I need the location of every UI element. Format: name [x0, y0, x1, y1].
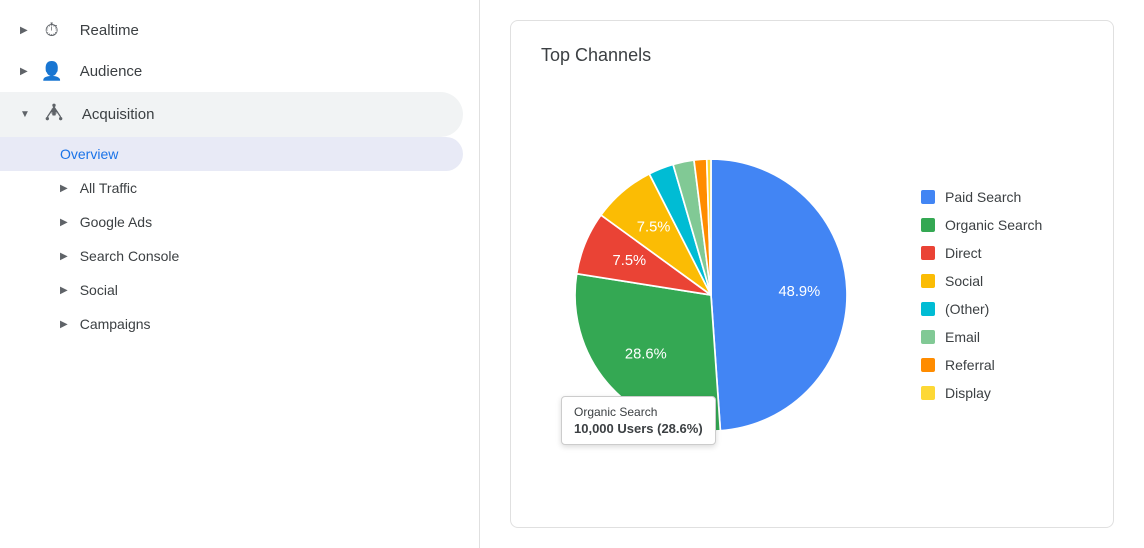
search-console-arrow-icon: ▶	[60, 251, 68, 262]
sidebar-item-google-ads-label: Google Ads	[80, 214, 152, 230]
legend-label-display: Display	[945, 385, 991, 401]
legend-color-referral	[921, 358, 935, 372]
legend-color-paid-search	[921, 190, 935, 204]
legend-label-email: Email	[945, 329, 980, 345]
legend-label-social: Social	[945, 273, 983, 289]
legend-item-organic-search: Organic Search	[921, 217, 1042, 233]
tooltip-title: Organic Search	[574, 405, 703, 419]
main-content: Top Channels 48.9% 28.6% 7.5% 7.5%	[480, 0, 1144, 548]
legend-item-social: Social	[921, 273, 1042, 289]
realtime-icon: ⏱	[40, 20, 64, 41]
sidebar-item-campaigns[interactable]: ▶ Campaigns	[0, 307, 463, 341]
campaigns-arrow-icon: ▶	[60, 319, 68, 330]
legend-item-display: Display	[921, 385, 1042, 401]
legend-item-paid-search: Paid Search	[921, 189, 1042, 205]
sidebar-item-all-traffic[interactable]: ▶ All Traffic	[0, 171, 463, 205]
sidebar-item-social-label: Social	[80, 282, 118, 298]
legend-label-direct: Direct	[945, 245, 982, 261]
sidebar-item-overview-label: Overview	[60, 146, 118, 162]
sidebar-item-search-console-label: Search Console	[80, 248, 180, 264]
svg-text:28.6%: 28.6%	[625, 346, 667, 362]
svg-text:7.5%: 7.5%	[637, 219, 671, 235]
sidebar-item-realtime-label: Realtime	[80, 22, 139, 39]
audience-icon: 👤	[40, 61, 64, 82]
audience-arrow-icon: ▶	[20, 66, 28, 77]
legend-label-referral: Referral	[945, 357, 995, 373]
legend-color-display	[921, 386, 935, 400]
acquisition-arrow-icon: ▼	[20, 109, 30, 120]
legend-item-other: (Other)	[921, 301, 1042, 317]
sidebar-item-acquisition[interactable]: ▼ Acquisition	[0, 92, 463, 137]
top-channels-card: Top Channels 48.9% 28.6% 7.5% 7.5%	[510, 20, 1114, 528]
legend-color-other	[921, 302, 935, 316]
sidebar-item-search-console[interactable]: ▶ Search Console	[0, 239, 463, 273]
legend-label-other: (Other)	[945, 301, 989, 317]
pie-chart: 48.9% 28.6% 7.5% 7.5% Organic Search 10,000…	[541, 125, 881, 465]
sidebar-item-google-ads[interactable]: ▶ Google Ads	[0, 205, 463, 239]
sidebar-item-audience[interactable]: ▶ 👤 Audience	[0, 51, 463, 92]
svg-text:48.9%: 48.9%	[778, 283, 820, 299]
sidebar: ▶ ⏱ Realtime ▶ 👤 Audience ▼ Acquisition …	[0, 0, 480, 548]
legend-color-social	[921, 274, 935, 288]
legend-item-email: Email	[921, 329, 1042, 345]
chart-legend: Paid Search Organic Search Direct Social…	[921, 189, 1042, 401]
sidebar-item-social[interactable]: ▶ Social	[0, 273, 463, 307]
sidebar-item-audience-label: Audience	[80, 63, 143, 80]
legend-label-paid-search: Paid Search	[945, 189, 1021, 205]
sidebar-item-realtime[interactable]: ▶ ⏱ Realtime	[0, 10, 463, 51]
legend-color-organic-search	[921, 218, 935, 232]
legend-color-email	[921, 330, 935, 344]
tooltip-value: 10,000 Users (28.6%)	[574, 421, 703, 436]
social-arrow-icon: ▶	[60, 285, 68, 296]
legend-label-organic-search: Organic Search	[945, 217, 1042, 233]
chart-tooltip: Organic Search 10,000 Users (28.6%)	[561, 396, 716, 445]
chart-area: 48.9% 28.6% 7.5% 7.5% Organic Search 10,000…	[541, 86, 1083, 503]
realtime-arrow-icon: ▶	[20, 25, 28, 36]
acquisition-icon	[42, 102, 66, 127]
sidebar-item-campaigns-label: Campaigns	[80, 316, 151, 332]
all-traffic-arrow-icon: ▶	[60, 183, 68, 194]
legend-color-direct	[921, 246, 935, 260]
chart-title: Top Channels	[541, 45, 1083, 66]
sidebar-item-overview[interactable]: Overview	[0, 137, 463, 171]
sidebar-item-acquisition-label: Acquisition	[82, 106, 155, 123]
legend-item-direct: Direct	[921, 245, 1042, 261]
legend-item-referral: Referral	[921, 357, 1042, 373]
svg-text:7.5%: 7.5%	[613, 253, 647, 269]
sidebar-item-all-traffic-label: All Traffic	[80, 180, 137, 196]
google-ads-arrow-icon: ▶	[60, 217, 68, 228]
